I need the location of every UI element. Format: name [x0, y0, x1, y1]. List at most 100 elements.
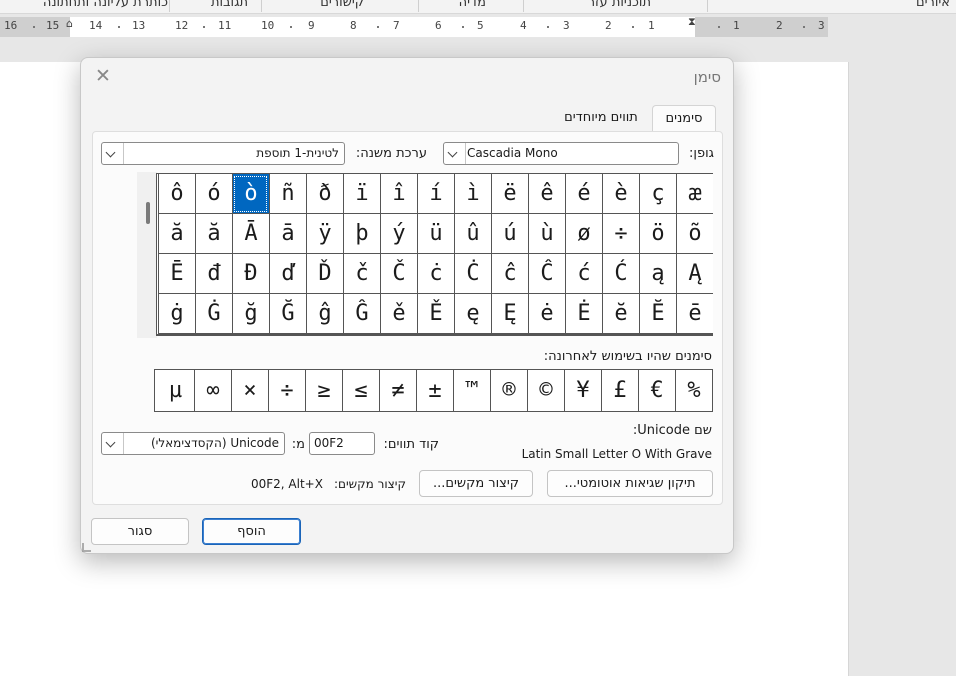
recent-symbol-cell[interactable]: ≤: [305, 370, 342, 411]
symbol-cell[interactable]: ý: [380, 214, 417, 254]
symbol-cell[interactable]: ą: [639, 254, 676, 294]
shortcut-key-button[interactable]: קיצור מקשים...: [419, 470, 533, 497]
symbol-cell[interactable]: ò: [232, 174, 269, 214]
symbol-cell[interactable]: ā: [269, 214, 306, 254]
recent-symbols-grid[interactable]: % € £ ¥ © ® ™ ± ≠ ≥ ≤ ÷ × ∞ µ: [154, 369, 713, 412]
symbol-cell[interactable]: é: [565, 174, 602, 214]
recent-symbol-cell[interactable]: ×: [231, 370, 268, 411]
scrollbar-thumb[interactable]: [146, 202, 150, 224]
symbol-cell[interactable]: Ĝ: [343, 294, 380, 334]
symbol-cell[interactable]: ç: [639, 174, 676, 214]
symbol-cell[interactable]: î: [380, 174, 417, 214]
symbol-cell[interactable]: ć: [565, 254, 602, 294]
symbol-cell[interactable]: Ā: [232, 214, 269, 254]
symbol-cell[interactable]: ĝ: [306, 294, 343, 334]
symbol-cell[interactable]: ě: [380, 294, 417, 334]
symbol-cell[interactable]: ġ: [158, 294, 195, 334]
recent-symbol-cell[interactable]: %: [675, 370, 712, 411]
symbol-cell[interactable]: ğ: [232, 294, 269, 334]
ribbon-tab-links[interactable]: קישורים: [320, 0, 364, 10]
symbol-cell[interactable]: ö: [639, 214, 676, 254]
symbol-cell[interactable]: Ě: [417, 294, 454, 334]
ribbon-tab-header-footer[interactable]: כותרת עליונה ותחתונה: [43, 0, 168, 10]
chevron-down-icon[interactable]: [102, 143, 124, 164]
symbol-cell[interactable]: ú: [491, 214, 528, 254]
symbol-cell[interactable]: ï: [343, 174, 380, 214]
symbol-cell[interactable]: ü: [417, 214, 454, 254]
symbol-cell[interactable]: č: [343, 254, 380, 294]
symbol-cell[interactable]: ê: [528, 174, 565, 214]
symbol-cell[interactable]: ÿ: [306, 214, 343, 254]
symbol-cell[interactable]: ù: [528, 214, 565, 254]
symbol-cell[interactable]: Ġ: [195, 294, 232, 334]
tab-symbols[interactable]: סימנים: [652, 105, 716, 133]
symbol-cell[interactable]: đ: [195, 254, 232, 294]
symbol-cell[interactable]: Ċ: [454, 254, 491, 294]
symbol-cell[interactable]: ę: [454, 294, 491, 334]
recent-symbol-cell[interactable]: €: [638, 370, 675, 411]
symbol-cell[interactable]: Č: [380, 254, 417, 294]
first-line-indent-marker[interactable]: ⧗: [688, 17, 696, 27]
recent-symbol-cell[interactable]: ®: [490, 370, 527, 411]
chevron-down-icon[interactable]: [444, 143, 466, 164]
symbol-cell[interactable]: ó: [195, 174, 232, 214]
symbol-cell[interactable]: ô: [158, 174, 195, 214]
recent-symbol-cell[interactable]: ∞: [194, 370, 231, 411]
symbol-cell[interactable]: Ć: [602, 254, 639, 294]
symbol-grid[interactable]: æ ç è é ê ë ì í î ï ð ñ ò ó ô õ ö ÷ ø ù ú û ü ý þ ÿ ā Āă ă Ąą Ćć Ĉĉ Ċċ Čč…: [156, 173, 713, 336]
symbol-cell[interactable]: Ĉ: [528, 254, 565, 294]
symbol-cell[interactable]: Ė: [565, 294, 602, 334]
tab-special-characters[interactable]: תווים מיוחדים: [551, 105, 651, 132]
char-code-input[interactable]: 00F2: [309, 432, 375, 455]
symbol-cell[interactable]: ì: [454, 174, 491, 214]
ribbon-tab-illustrations[interactable]: איורים: [916, 0, 950, 10]
symbol-cell[interactable]: ė: [528, 294, 565, 334]
symbol-cell[interactable]: Ą: [676, 254, 713, 294]
symbol-cell[interactable]: ă: [195, 214, 232, 254]
symbol-cell[interactable]: Ď: [306, 254, 343, 294]
symbol-cell[interactable]: ď: [269, 254, 306, 294]
symbol-cell[interactable]: Đ: [232, 254, 269, 294]
symbol-cell[interactable]: Ę: [491, 294, 528, 334]
symbol-cell[interactable]: ø: [565, 214, 602, 254]
autocorrect-button[interactable]: תיקון שגיאות אוטומטי...: [547, 470, 713, 497]
subset-dropdown[interactable]: לטינית-1 תוספת: [101, 142, 345, 165]
recent-symbol-cell[interactable]: ≥: [342, 370, 379, 411]
recent-symbol-cell[interactable]: ÷: [268, 370, 305, 411]
resize-grip-icon[interactable]: [82, 543, 91, 552]
recent-symbol-cell[interactable]: µ: [157, 370, 194, 411]
symbol-cell[interactable]: Ē: [158, 254, 195, 294]
insert-button[interactable]: הוסף: [202, 518, 301, 545]
recent-symbol-cell[interactable]: £: [601, 370, 638, 411]
recent-symbol-cell[interactable]: ¥: [564, 370, 601, 411]
ribbon-tab-media[interactable]: מדיה: [459, 0, 486, 10]
horizontal-ruler[interactable]: 16 15 14 13 12 11 10 9 8 7 6 5 4 3 2 1 1…: [0, 17, 828, 37]
symbol-cell[interactable]: û: [454, 214, 491, 254]
symbol-cell[interactable]: æ: [676, 174, 713, 214]
symbol-cell[interactable]: þ: [343, 214, 380, 254]
font-dropdown[interactable]: Cascadia Mono: [443, 142, 679, 165]
symbol-cell[interactable]: Ĕ: [639, 294, 676, 334]
symbol-cell[interactable]: ÷: [602, 214, 639, 254]
close-button[interactable]: סגור: [91, 518, 189, 545]
symbol-cell[interactable]: ë: [491, 174, 528, 214]
close-icon[interactable]: ✕: [93, 66, 113, 86]
ribbon-tab-addins[interactable]: תוכניות עזר: [588, 0, 651, 10]
symbol-cell[interactable]: ĉ: [491, 254, 528, 294]
left-indent-marker[interactable]: ⌂: [66, 18, 73, 29]
chevron-down-icon[interactable]: [102, 433, 124, 454]
recent-symbol-cell[interactable]: ™: [453, 370, 490, 411]
symbol-grid-scrollbar[interactable]: [137, 172, 157, 338]
symbol-cell[interactable]: ñ: [269, 174, 306, 214]
symbol-cell[interactable]: í: [417, 174, 454, 214]
symbol-cell[interactable]: ċ: [417, 254, 454, 294]
ribbon-tab-comments[interactable]: תגובות: [211, 0, 248, 10]
recent-symbol-cell[interactable]: ©: [527, 370, 564, 411]
recent-symbol-cell[interactable]: ±: [416, 370, 453, 411]
symbol-cell[interactable]: ĕ: [602, 294, 639, 334]
from-dropdown[interactable]: Unicode (הקסדצימאלי): [101, 432, 285, 455]
symbol-cell[interactable]: è: [602, 174, 639, 214]
symbol-cell[interactable]: õ: [676, 214, 713, 254]
symbol-cell[interactable]: ð: [306, 174, 343, 214]
symbol-cell[interactable]: ă: [158, 214, 195, 254]
